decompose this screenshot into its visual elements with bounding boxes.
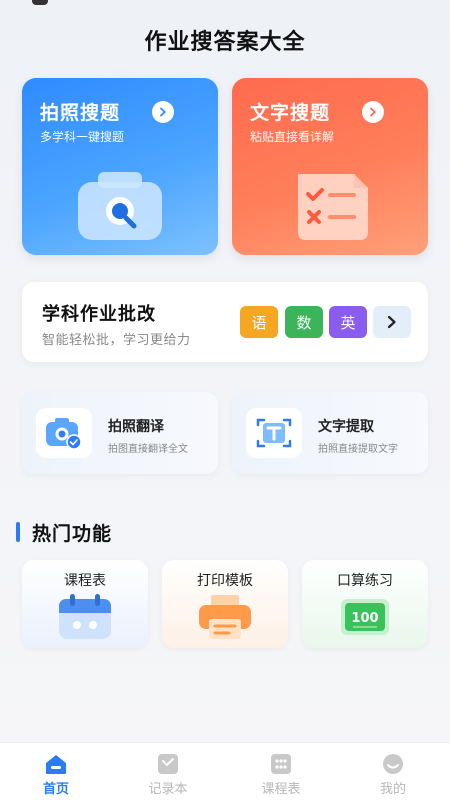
nav-timetable-label: 课程表 xyxy=(261,782,301,797)
text-extract-subtitle: 拍照直接提取文字 xyxy=(318,444,398,455)
text-search-card[interactable]: 文字搜题 粘贴直接看详解 xyxy=(232,78,428,255)
text-search-title: 文字搜题 xyxy=(250,102,331,124)
hot-timetable-label: 课程表 xyxy=(64,573,106,589)
hot-print-template-label: 打印模板 xyxy=(197,573,253,589)
grid-calendar-icon xyxy=(271,754,291,774)
nav-notebook[interactable]: 记录本 xyxy=(112,743,224,800)
photo-translate-card[interactable]: 拍照翻译 拍图直接翻译全文 xyxy=(22,392,218,474)
notebook-icon xyxy=(158,754,178,774)
photo-search-subtitle: 多学科一键搜题 xyxy=(40,130,125,144)
homework-title: 学科作业批改 xyxy=(42,304,156,325)
text-extract-card[interactable]: 文字提取 拍照直接提取文字 xyxy=(232,392,428,474)
score-value: 100 xyxy=(351,611,378,626)
bottom-nav: 首页 记录本 课程表 我的 xyxy=(0,742,450,800)
photo-translate-icon-box xyxy=(36,408,92,458)
nav-profile[interactable]: 我的 xyxy=(337,743,449,800)
more-subjects-button[interactable] xyxy=(373,306,411,338)
chevron-right-icon xyxy=(152,101,174,123)
hot-features-title: 热门功能 xyxy=(32,523,113,545)
photo-search-card[interactable]: 拍照搜题 多学科一键搜题 xyxy=(22,78,218,255)
nav-profile-label: 我的 xyxy=(379,782,406,797)
text-search-subtitle: 粘贴直接看详解 xyxy=(250,130,335,144)
printer-icon xyxy=(199,595,251,639)
status-indicator xyxy=(32,0,48,5)
text-extract-icon-box xyxy=(246,408,302,458)
hot-print-template-card[interactable]: 打印模板 xyxy=(162,560,288,648)
nav-notebook-label: 记录本 xyxy=(148,782,188,797)
profile-icon xyxy=(383,754,403,774)
photo-translate-title: 拍照翻译 xyxy=(108,419,164,435)
homework-correction-card[interactable]: 学科作业批改 智能轻松批，学习更给力 语 数 英 xyxy=(22,282,428,362)
nav-timetable[interactable]: 课程表 xyxy=(225,743,337,800)
score-board-icon: 100 xyxy=(341,599,389,635)
hot-timetable-card[interactable]: 课程表 xyxy=(22,560,148,648)
subject-math-tag[interactable]: 数 xyxy=(285,306,323,338)
photo-translate-subtitle: 拍图直接翻译全文 xyxy=(108,444,188,455)
camera-translate-icon xyxy=(46,418,82,450)
hot-arithmetic-card[interactable]: 口算练习 100 xyxy=(302,560,428,648)
chevron-right-icon xyxy=(387,315,396,329)
text-extract-title: 文字提取 xyxy=(318,419,374,435)
nav-home-label: 首页 xyxy=(42,782,69,797)
status-bar xyxy=(0,0,450,14)
chevron-right-icon xyxy=(362,101,384,123)
section-accent-bar xyxy=(16,522,20,542)
subject-english-tag[interactable]: 英 xyxy=(329,306,367,338)
home-icon xyxy=(46,755,66,774)
photo-search-title: 拍照搜题 xyxy=(40,102,121,124)
nav-home[interactable]: 首页 xyxy=(0,743,112,800)
checklist-icon xyxy=(298,174,368,240)
calendar-icon xyxy=(59,594,111,639)
homework-subtitle: 智能轻松批，学习更给力 xyxy=(42,333,191,348)
camera-search-icon xyxy=(78,172,162,240)
text-scan-icon xyxy=(256,418,292,448)
subject-chinese-tag[interactable]: 语 xyxy=(240,306,278,338)
app-title: 作业搜答案大全 xyxy=(144,30,306,55)
hot-arithmetic-label: 口算练习 xyxy=(337,573,393,589)
